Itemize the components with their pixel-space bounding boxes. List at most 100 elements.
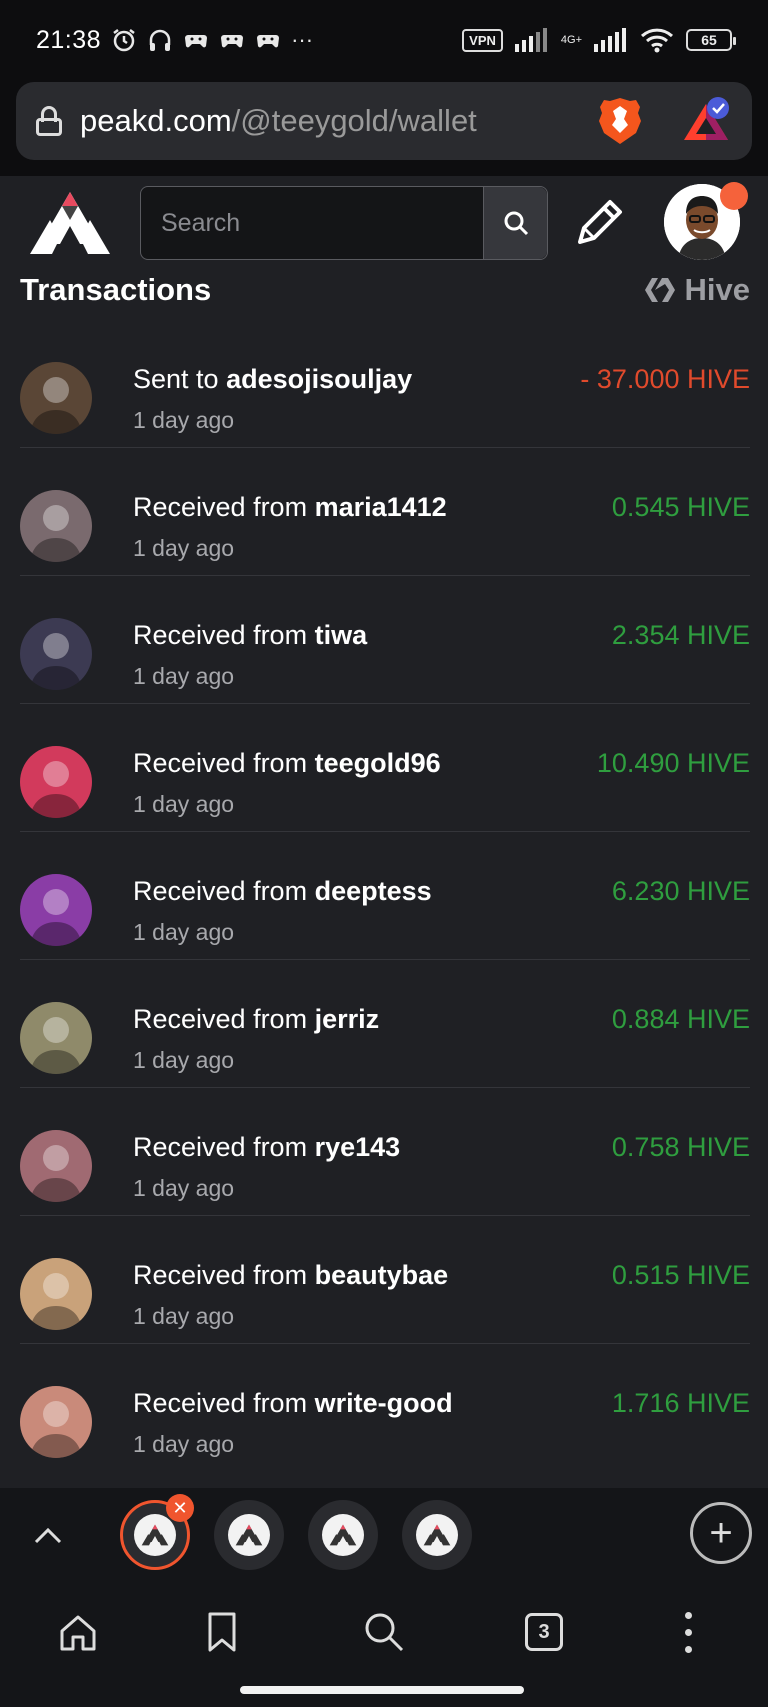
transaction-info: Received from rye143 1 day ago bbox=[133, 1132, 400, 1202]
address-bar[interactable]: peakd.com/@teeygold/wallet bbox=[16, 82, 752, 160]
user-avatar[interactable] bbox=[20, 618, 92, 690]
transaction-row[interactable]: Received from jerriz 1 day ago 0.884 HIVE bbox=[20, 960, 750, 1088]
game-icon bbox=[257, 35, 280, 48]
transaction-prefix: Received from bbox=[133, 748, 315, 778]
user-avatar[interactable] bbox=[20, 362, 92, 434]
transaction-time: 1 day ago bbox=[133, 1303, 235, 1329]
transaction-info: Received from write-good 1 day ago bbox=[133, 1388, 453, 1458]
transaction-row[interactable]: Received from deeptess 1 day ago 6.230 HIV… bbox=[20, 832, 750, 960]
transaction-amount: 2.354 HIVE bbox=[611, 620, 750, 650]
home-icon bbox=[60, 1615, 96, 1651]
close-tab-icon[interactable]: ✕ bbox=[166, 1494, 194, 1522]
transaction-description: Received from rye143 bbox=[133, 1132, 400, 1163]
token-selector[interactable]: Hive bbox=[643, 272, 750, 308]
transaction-prefix: Received from bbox=[133, 876, 315, 906]
tabs-button[interactable]: 3 bbox=[516, 1604, 572, 1660]
transaction-time: 1 day ago bbox=[133, 791, 235, 817]
transaction-amount: 0.884 HIVE bbox=[611, 1004, 750, 1034]
search-nav-button[interactable] bbox=[356, 1604, 412, 1660]
transaction-time: 1 day ago bbox=[133, 1175, 235, 1201]
bottom-nav: 3 bbox=[0, 1584, 768, 1680]
transaction-user-link[interactable]: write-good bbox=[315, 1388, 453, 1418]
transaction-time: 1 day ago bbox=[133, 919, 235, 945]
url-text[interactable]: peakd.com/@teeygold/wallet bbox=[80, 103, 477, 139]
clock: 21:38 bbox=[36, 25, 102, 54]
transaction-prefix: Received from bbox=[133, 1132, 315, 1162]
user-avatar[interactable] bbox=[20, 1002, 92, 1074]
search-button[interactable] bbox=[483, 187, 547, 259]
new-tab-button[interactable]: + bbox=[690, 1502, 752, 1564]
transaction-amount: 10.490 HIVE bbox=[596, 748, 750, 778]
notification-badge[interactable] bbox=[720, 182, 748, 210]
peakd-tab-icon bbox=[228, 1514, 270, 1556]
transaction-info: Sent to adesojisouljay 1 day ago bbox=[133, 364, 412, 434]
url-domain: peakd.com bbox=[80, 103, 232, 138]
wifi-icon bbox=[640, 28, 674, 53]
transaction-row[interactable]: Received from beautybae 1 day ago 0.515 HI… bbox=[20, 1216, 750, 1344]
transaction-row[interactable]: Received from teegold96 1 day ago 10.490 H… bbox=[20, 704, 750, 832]
transaction-prefix: Received from bbox=[133, 620, 315, 650]
transaction-user-link[interactable]: deeptess bbox=[315, 876, 432, 906]
browser-toolbar: peakd.com/@teeygold/wallet bbox=[0, 80, 768, 176]
user-avatar[interactable] bbox=[20, 1258, 92, 1330]
transaction-user-link[interactable]: rye143 bbox=[315, 1132, 401, 1162]
site-header bbox=[0, 176, 768, 268]
transaction-row[interactable]: Sent to adesojisouljay 1 day ago - 37.000 … bbox=[20, 320, 750, 448]
transaction-user-link[interactable]: beautybae bbox=[315, 1260, 449, 1290]
transaction-time: 1 day ago bbox=[133, 535, 235, 561]
transaction-row[interactable]: Received from maria1412 1 day ago 0.545 HI… bbox=[20, 448, 750, 576]
transaction-description: Received from maria1412 bbox=[133, 492, 447, 523]
search-box bbox=[140, 186, 548, 260]
tab-count: 3 bbox=[525, 1613, 563, 1651]
transaction-user-link[interactable]: tiwa bbox=[315, 620, 368, 650]
tab[interactable] bbox=[402, 1500, 472, 1570]
brave-rewards-icon[interactable] bbox=[680, 96, 732, 146]
transaction-prefix: Sent to bbox=[133, 364, 227, 394]
more-icon: ··· bbox=[291, 27, 314, 52]
game-icon bbox=[185, 35, 208, 48]
chevron-up-icon[interactable] bbox=[30, 1518, 66, 1554]
transaction-prefix: Received from bbox=[133, 492, 315, 522]
user-avatar[interactable] bbox=[20, 1130, 92, 1202]
user-avatar[interactable] bbox=[20, 490, 92, 562]
gesture-bar bbox=[0, 1680, 768, 1707]
transaction-user-link[interactable]: jerriz bbox=[315, 1004, 380, 1034]
hive-icon bbox=[644, 278, 675, 302]
user-avatar[interactable] bbox=[20, 1386, 92, 1458]
transaction-prefix: Received from bbox=[133, 1004, 315, 1034]
tab[interactable] bbox=[214, 1500, 284, 1570]
home-button[interactable] bbox=[50, 1604, 106, 1660]
system-status: VPN 4G+ 65 bbox=[462, 27, 736, 53]
brave-shields-icon[interactable] bbox=[598, 96, 642, 146]
transaction-row[interactable]: Received from tiwa 1 day ago 2.354 HIVE bbox=[20, 576, 750, 704]
battery-icon: 65 bbox=[686, 29, 736, 51]
lock-icon[interactable] bbox=[36, 106, 62, 136]
transaction-info: Received from beautybae 1 day ago bbox=[133, 1260, 448, 1330]
transaction-info: Received from maria1412 1 day ago bbox=[133, 492, 447, 562]
transaction-row[interactable]: Received from rye143 1 day ago 0.758 HIVE bbox=[20, 1088, 750, 1216]
transaction-description: Sent to adesojisouljay bbox=[133, 364, 412, 395]
transaction-user-link[interactable]: adesojisouljay bbox=[226, 364, 412, 394]
transaction-user-link[interactable]: teegold96 bbox=[315, 748, 441, 778]
user-avatar[interactable] bbox=[20, 746, 92, 818]
pencil-icon[interactable] bbox=[570, 194, 628, 252]
tab[interactable] bbox=[308, 1500, 378, 1570]
search-input[interactable] bbox=[141, 187, 483, 259]
bookmarks-button[interactable] bbox=[194, 1604, 250, 1660]
home-indicator[interactable] bbox=[240, 1686, 524, 1694]
transaction-row[interactable]: Received from write-good 1 day ago 1.716 H… bbox=[20, 1344, 750, 1472]
menu-button[interactable] bbox=[660, 1604, 716, 1660]
peakd-tab-icon bbox=[322, 1514, 364, 1556]
peakd-tab-icon bbox=[134, 1514, 176, 1556]
tab-strip: ✕ + bbox=[0, 1488, 768, 1584]
headphones-icon bbox=[149, 29, 171, 51]
token-label: Hive bbox=[684, 272, 750, 307]
transaction-description: Received from jerriz bbox=[133, 1004, 379, 1035]
url-path: /@teeygold/wallet bbox=[231, 103, 477, 138]
transaction-user-link[interactable]: maria1412 bbox=[315, 492, 447, 522]
peakd-logo-icon[interactable] bbox=[28, 190, 112, 256]
search-icon bbox=[365, 1613, 404, 1652]
transaction-description: Received from beautybae bbox=[133, 1260, 448, 1291]
user-avatar[interactable] bbox=[20, 874, 92, 946]
transaction-time: 1 day ago bbox=[133, 1047, 235, 1073]
